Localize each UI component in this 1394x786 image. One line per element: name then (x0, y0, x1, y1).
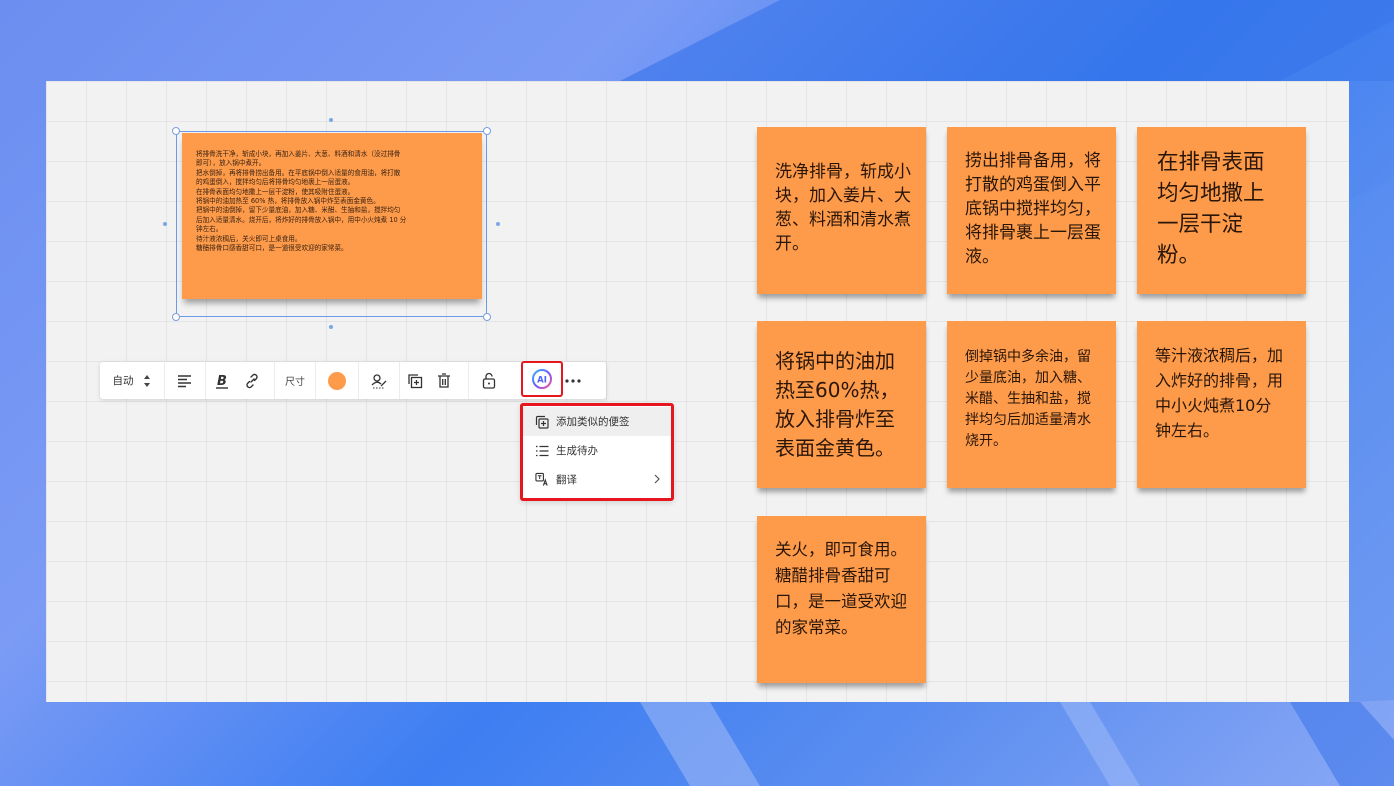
sticky-note-text: 洗净排骨，斩成小块，加入姜片、大葱、料酒和清水煮开。 (775, 162, 911, 254)
bold-button[interactable]: B (206, 362, 238, 399)
color-button[interactable] (316, 362, 358, 399)
duplicate-button[interactable] (400, 362, 430, 399)
note-line: 钟左右。 (196, 225, 223, 234)
resize-handle-top-left[interactable] (172, 127, 180, 135)
auto-label: 自动 (112, 375, 134, 387)
note-line: 把锅中的油倒掉，留下少量底油，加入糖、米醋、生抽和盐，搅拌均匀 (196, 206, 401, 215)
menu-item-label: 添加类似的便签 (556, 416, 630, 428)
chevron-right-icon (654, 474, 660, 484)
ai-button[interactable]: AI (521, 361, 563, 397)
translate-icon (535, 472, 549, 487)
ai-label: AI (537, 376, 547, 386)
delete-icon (438, 372, 450, 388)
sticky-note-5[interactable]: 倒掉锅中多余油，留少量底油，加入糖、米醋、生抽和盐，搅拌均匀后加适量清水烧开。 (947, 321, 1116, 488)
list-icon (535, 444, 549, 458)
note-line: 待汁液浓稠后，关火即可上桌食用。 (196, 234, 302, 243)
align-button[interactable] (165, 362, 205, 399)
more-icon (565, 378, 581, 383)
sticky-note-7[interactable]: 关火，即可食用。糖醋排骨香甜可口，是一道受欢迎的家常菜。 (757, 516, 926, 683)
duplicate-icon (408, 373, 423, 388)
sticky-note-text: 捞出排骨备用，将打散的鸡蛋倒入平底锅中搅拌均匀，将排骨裹上一层蛋液。 (965, 151, 1101, 267)
signature-icon (371, 373, 387, 388)
auto-size-select[interactable]: 自动 (100, 362, 164, 399)
connector-dot-bottom[interactable] (329, 325, 333, 329)
copy-note-icon (535, 415, 549, 429)
size-label: 尺寸 (285, 377, 305, 388)
note-line: 即可），放入锅中煮开。 (196, 159, 266, 168)
note-line: 将排骨洗干净，斩成小块，再加入姜片、大葱、料酒和清水（没过排骨 (196, 150, 401, 158)
color-swatch (328, 371, 346, 390)
svg-text:B: B (217, 374, 227, 389)
size-button[interactable]: 尺寸 (275, 362, 315, 399)
selected-sticky-note[interactable]: 将排骨洗干净，斩成小块，再加入姜片、大葱、料酒和清水（没过排骨 即可），放入锅中… (182, 133, 482, 299)
sticky-note-text: 等汁液浓稠后，加入炸好的排骨，用中小火炖煮10分钟左右。 (1155, 346, 1284, 440)
menu-item-label: 翻译 (556, 474, 577, 486)
whiteboard-canvas[interactable]: 将排骨洗干净，斩成小块，再加入姜片、大葱、料酒和清水（没过排骨 即可），放入锅中… (46, 81, 1349, 702)
menu-item-add-similar-notes[interactable]: 添加类似的便签 (523, 407, 671, 436)
note-line: 在排骨表面均匀地撒上一层干淀粉，使其吸附住蛋液。 (196, 187, 355, 196)
unlock-icon (482, 372, 496, 389)
sticky-note-text: 关火，即可食用。糖醋排骨香甜可口，是一道受欢迎的家常菜。 (775, 540, 907, 637)
sticky-note-text: 倒掉锅中多余油，留少量底油，加入糖、米醋、生抽和盐，搅拌均匀后加适量清水烧开。 (965, 349, 1091, 449)
lock-button[interactable] (469, 362, 509, 399)
delete-button[interactable] (430, 362, 458, 399)
connector-dot-left[interactable] (163, 222, 167, 226)
menu-item-label: 生成待办 (556, 445, 598, 457)
sticky-note-1[interactable]: 洗净排骨，斩成小块，加入姜片、大葱、料酒和清水煮开。 (757, 127, 926, 294)
resize-handle-bottom-right[interactable] (483, 313, 491, 321)
link-button[interactable] (238, 362, 266, 399)
note-line: 把水倒掉，再将排骨捞出备用。在平底锅中倒入适量的食用油，将打散 (196, 168, 401, 177)
resize-handle-bottom-left[interactable] (172, 313, 180, 321)
ai-icon: AI (532, 369, 552, 389)
menu-item-translate[interactable]: 翻译 (523, 465, 671, 494)
connector-dot-right[interactable] (496, 222, 500, 226)
menu-item-generate-todo[interactable]: 生成待办 (523, 436, 671, 465)
resize-handle-top-right[interactable] (483, 127, 491, 135)
assign-button[interactable] (359, 362, 399, 399)
note-line: 的鸡蛋倒入，搅拌均匀后将排骨均匀地裹上一层蛋液。 (196, 178, 355, 187)
sticky-note-text: 将锅中的油加热至60%热，放入排骨炸至表面金黄色。 (775, 349, 900, 460)
note-line: 后加入适量清水。烧开后，将炸好的排骨放入锅中，用中小火炖煮 10 分 (196, 215, 407, 224)
sticky-note-6[interactable]: 等汁液浓稠后，加入炸好的排骨，用中小火炖煮10分钟左右。 (1137, 321, 1306, 488)
sticky-note-3[interactable]: 在排骨表面均匀地撒上一层干淀粉。 (1137, 127, 1306, 294)
sticky-note-text: 在排骨表面均匀地撒上一层干淀粉。 (1157, 150, 1265, 268)
ai-dropdown-menu: 添加类似的便签 生成待办 翻译 (520, 403, 674, 501)
align-left-icon (178, 374, 191, 387)
note-line: 糖醋排骨口感香甜可口，是一道很受欢迎的家常菜。 (196, 244, 348, 253)
bold-icon: B (216, 374, 228, 389)
sticky-note-2[interactable]: 捞出排骨备用，将打散的鸡蛋倒入平底锅中搅拌均匀，将排骨裹上一层蛋液。 (947, 127, 1116, 294)
stepper-icon (143, 374, 150, 387)
link-icon (246, 373, 258, 388)
sticky-note-4[interactable]: 将锅中的油加热至60%热，放入排骨炸至表面金黄色。 (757, 321, 926, 488)
connector-dot-top[interactable] (329, 118, 333, 122)
